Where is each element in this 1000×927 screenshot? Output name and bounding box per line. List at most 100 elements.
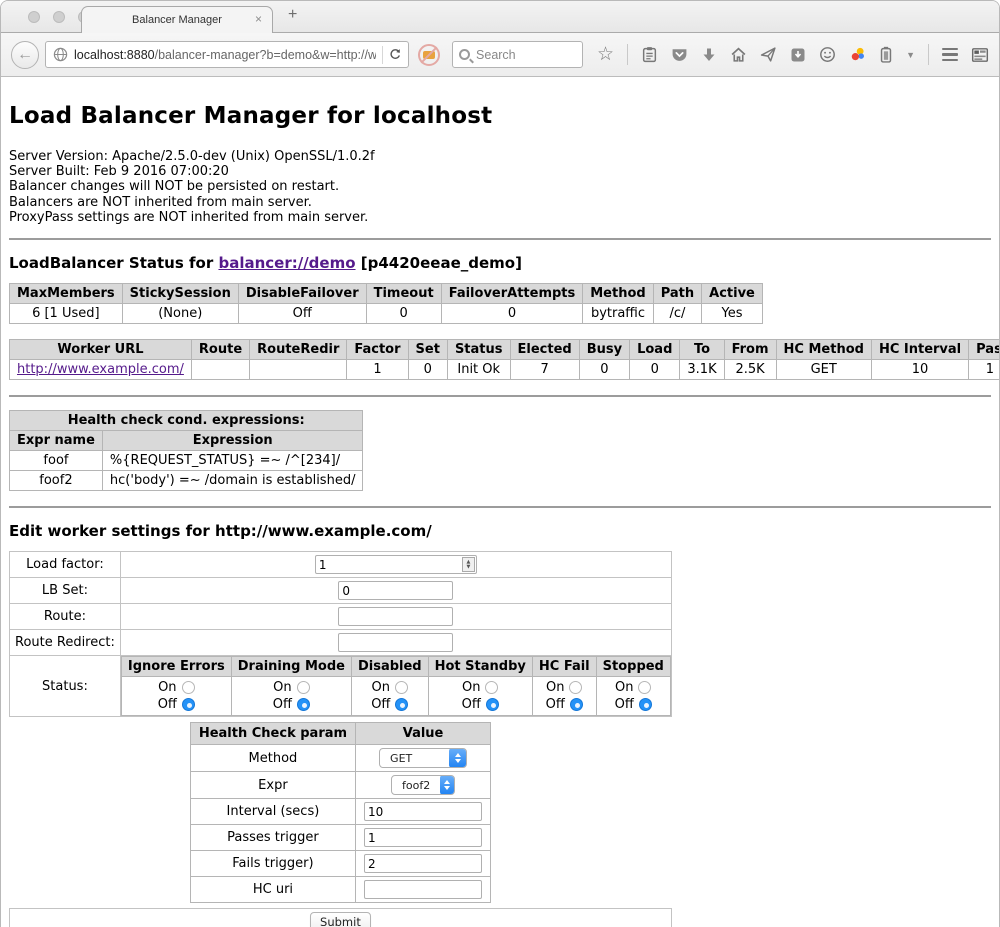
hc-passes-input[interactable] bbox=[364, 828, 482, 847]
table-row: http://www.example.com/ 1 0 Init Ok 7 0 … bbox=[10, 360, 1000, 380]
server-version-line: Server Version: Apache/2.5.0-dev (Unix) … bbox=[9, 149, 991, 164]
balancer-status-heading: LoadBalancer Status for balancer://demo … bbox=[9, 254, 991, 272]
radio-on-icon[interactable] bbox=[638, 681, 651, 694]
divider-1 bbox=[9, 238, 991, 240]
content-blocker-icon[interactable] bbox=[418, 44, 440, 66]
lb-set-label: LB Set: bbox=[10, 578, 121, 604]
bookmarks-clipboard-icon[interactable] bbox=[641, 46, 658, 63]
hc-interval-label: Interval (secs) bbox=[190, 799, 355, 825]
reload-icon[interactable] bbox=[389, 47, 402, 62]
worker-status-table: Worker URL Route RouteRedir Factor Set S… bbox=[9, 339, 999, 380]
radio-on-icon[interactable] bbox=[395, 681, 408, 694]
hc-method-label: Method bbox=[190, 745, 355, 772]
lb-set-input[interactable] bbox=[338, 581, 453, 600]
radio-off-icon[interactable] bbox=[182, 698, 195, 711]
radio-off-icon[interactable] bbox=[570, 698, 583, 711]
status-hc-fail-cell: On Off bbox=[532, 677, 596, 716]
hc-passes-label: Passes trigger bbox=[190, 825, 355, 851]
search-input[interactable] bbox=[476, 48, 576, 62]
status-disabled-cell: On Off bbox=[351, 677, 428, 716]
overflow-caret-icon[interactable]: ▼ bbox=[906, 50, 915, 60]
route-input[interactable] bbox=[338, 607, 453, 626]
radio-on-icon[interactable] bbox=[569, 681, 582, 694]
send-tab-icon[interactable] bbox=[760, 46, 777, 63]
globe-icon bbox=[53, 47, 68, 62]
menu-hamburger-icon[interactable] bbox=[942, 48, 958, 62]
titlebar: Balancer Manager × + bbox=[1, 1, 999, 32]
battery-extension-icon[interactable] bbox=[879, 46, 893, 63]
server-info: Server Version: Apache/2.5.0-dev (Unix) … bbox=[9, 149, 991, 225]
feedback-smiley-icon[interactable] bbox=[819, 46, 836, 63]
hc-method-select[interactable]: GET bbox=[379, 748, 467, 768]
table-row: 6 [1 Used] (None) Off 0 0 bytraffic /c/ … bbox=[10, 304, 763, 324]
new-tab-button[interactable]: + bbox=[288, 6, 297, 24]
hc-expr-label: Expr bbox=[190, 772, 355, 799]
close-window-button[interactable] bbox=[28, 11, 40, 23]
url-divider bbox=[382, 46, 383, 64]
page-title: Load Balancer Manager for localhost bbox=[9, 103, 991, 129]
balancer-demo-link[interactable]: balancer://demo bbox=[218, 254, 355, 272]
divider-2 bbox=[9, 395, 991, 397]
radio-off-icon[interactable] bbox=[395, 698, 408, 711]
url-text[interactable]: localhost:8880/balancer-manager?b=demo&w… bbox=[74, 48, 376, 62]
server-built-line: Server Built: Feb 9 2016 07:00:20 bbox=[9, 164, 991, 179]
screenshot-grid-icon[interactable] bbox=[971, 46, 989, 64]
status-options-table: Ignore Errors Draining Mode Disabled Hot… bbox=[121, 656, 671, 716]
tab-title: Balancer Manager bbox=[132, 14, 222, 26]
worker-url-link[interactable]: http://www.example.com/ bbox=[17, 362, 184, 377]
bookmark-star-icon[interactable]: ☆ bbox=[597, 45, 614, 64]
radio-on-icon[interactable] bbox=[485, 681, 498, 694]
proxypass-note-line: ProxyPass settings are NOT inherited fro… bbox=[9, 210, 991, 225]
save-page-icon[interactable] bbox=[790, 47, 806, 63]
radio-on-icon[interactable] bbox=[182, 681, 195, 694]
health-check-param-table: Health Check param Value Method GET bbox=[190, 722, 491, 903]
search-bar[interactable] bbox=[452, 41, 583, 68]
route-redirect-input[interactable] bbox=[338, 633, 453, 652]
route-label: Route: bbox=[10, 604, 121, 630]
persist-note-line: Balancer changes will NOT be persisted o… bbox=[9, 179, 991, 194]
table-row: foof2 hc('body') =~ /domain is establish… bbox=[10, 471, 363, 491]
search-icon bbox=[459, 49, 470, 60]
home-icon[interactable] bbox=[730, 46, 747, 63]
hc-fails-label: Fails trigger) bbox=[190, 851, 355, 877]
back-button[interactable]: ← bbox=[11, 41, 39, 69]
inherit-note-line: Balancers are NOT inherited from main se… bbox=[9, 195, 991, 210]
url-bar[interactable]: localhost:8880/balancer-manager?b=demo&w… bbox=[45, 41, 409, 68]
status-hot-standby-cell: On Off bbox=[428, 677, 532, 716]
number-spinner-icon[interactable]: ▲▼ bbox=[462, 557, 475, 572]
toolbar-divider-2 bbox=[928, 44, 929, 65]
downloads-icon[interactable] bbox=[701, 47, 717, 63]
table-row: foof %{REQUEST_STATUS} =~ /^[234]/ bbox=[10, 451, 363, 471]
back-arrow-icon: ← bbox=[17, 46, 33, 64]
page-content: Load Balancer Manager for localhost Serv… bbox=[1, 77, 999, 927]
status-label: Status: bbox=[10, 656, 121, 717]
navigation-toolbar: ← localhost:8880/balancer-manager?b=demo… bbox=[1, 32, 999, 77]
route-redirect-label: Route Redirect: bbox=[10, 630, 121, 656]
radio-off-icon[interactable] bbox=[297, 698, 310, 711]
expr-table-title: Health check cond. expressions: bbox=[10, 411, 363, 431]
submit-button[interactable]: Submit bbox=[310, 912, 371, 927]
load-factor-input[interactable] bbox=[315, 555, 477, 574]
radio-off-icon[interactable] bbox=[486, 698, 499, 711]
radio-on-icon[interactable] bbox=[297, 681, 310, 694]
tab-balancer-manager[interactable]: Balancer Manager × bbox=[81, 6, 273, 33]
balancer-status-table: MaxMembers StickySession DisableFailover… bbox=[9, 283, 763, 324]
load-factor-label: Load factor: bbox=[10, 552, 121, 578]
hc-interval-input[interactable] bbox=[364, 802, 482, 821]
divider-3 bbox=[9, 506, 991, 508]
edit-worker-heading: Edit worker settings for http://www.exam… bbox=[9, 522, 991, 540]
status-stopped-cell: On Off bbox=[596, 677, 670, 716]
hc-expr-select[interactable]: foof2 bbox=[391, 775, 455, 795]
health-check-expressions-table: Health check cond. expressions: Expr nam… bbox=[9, 410, 363, 491]
close-tab-icon[interactable]: × bbox=[255, 13, 262, 25]
select-stepper-icon bbox=[440, 775, 454, 795]
hc-uri-label: HC uri bbox=[190, 877, 355, 903]
minimize-window-button[interactable] bbox=[53, 11, 65, 23]
hc-uri-input[interactable] bbox=[364, 880, 482, 899]
status-draining-mode-cell: On Off bbox=[231, 677, 351, 716]
hc-fails-input[interactable] bbox=[364, 854, 482, 873]
status-ignore-errors-cell: On Off bbox=[121, 677, 231, 716]
extension-colordots-icon[interactable] bbox=[849, 46, 866, 63]
radio-off-icon[interactable] bbox=[639, 698, 652, 711]
pocket-icon[interactable] bbox=[671, 46, 688, 63]
